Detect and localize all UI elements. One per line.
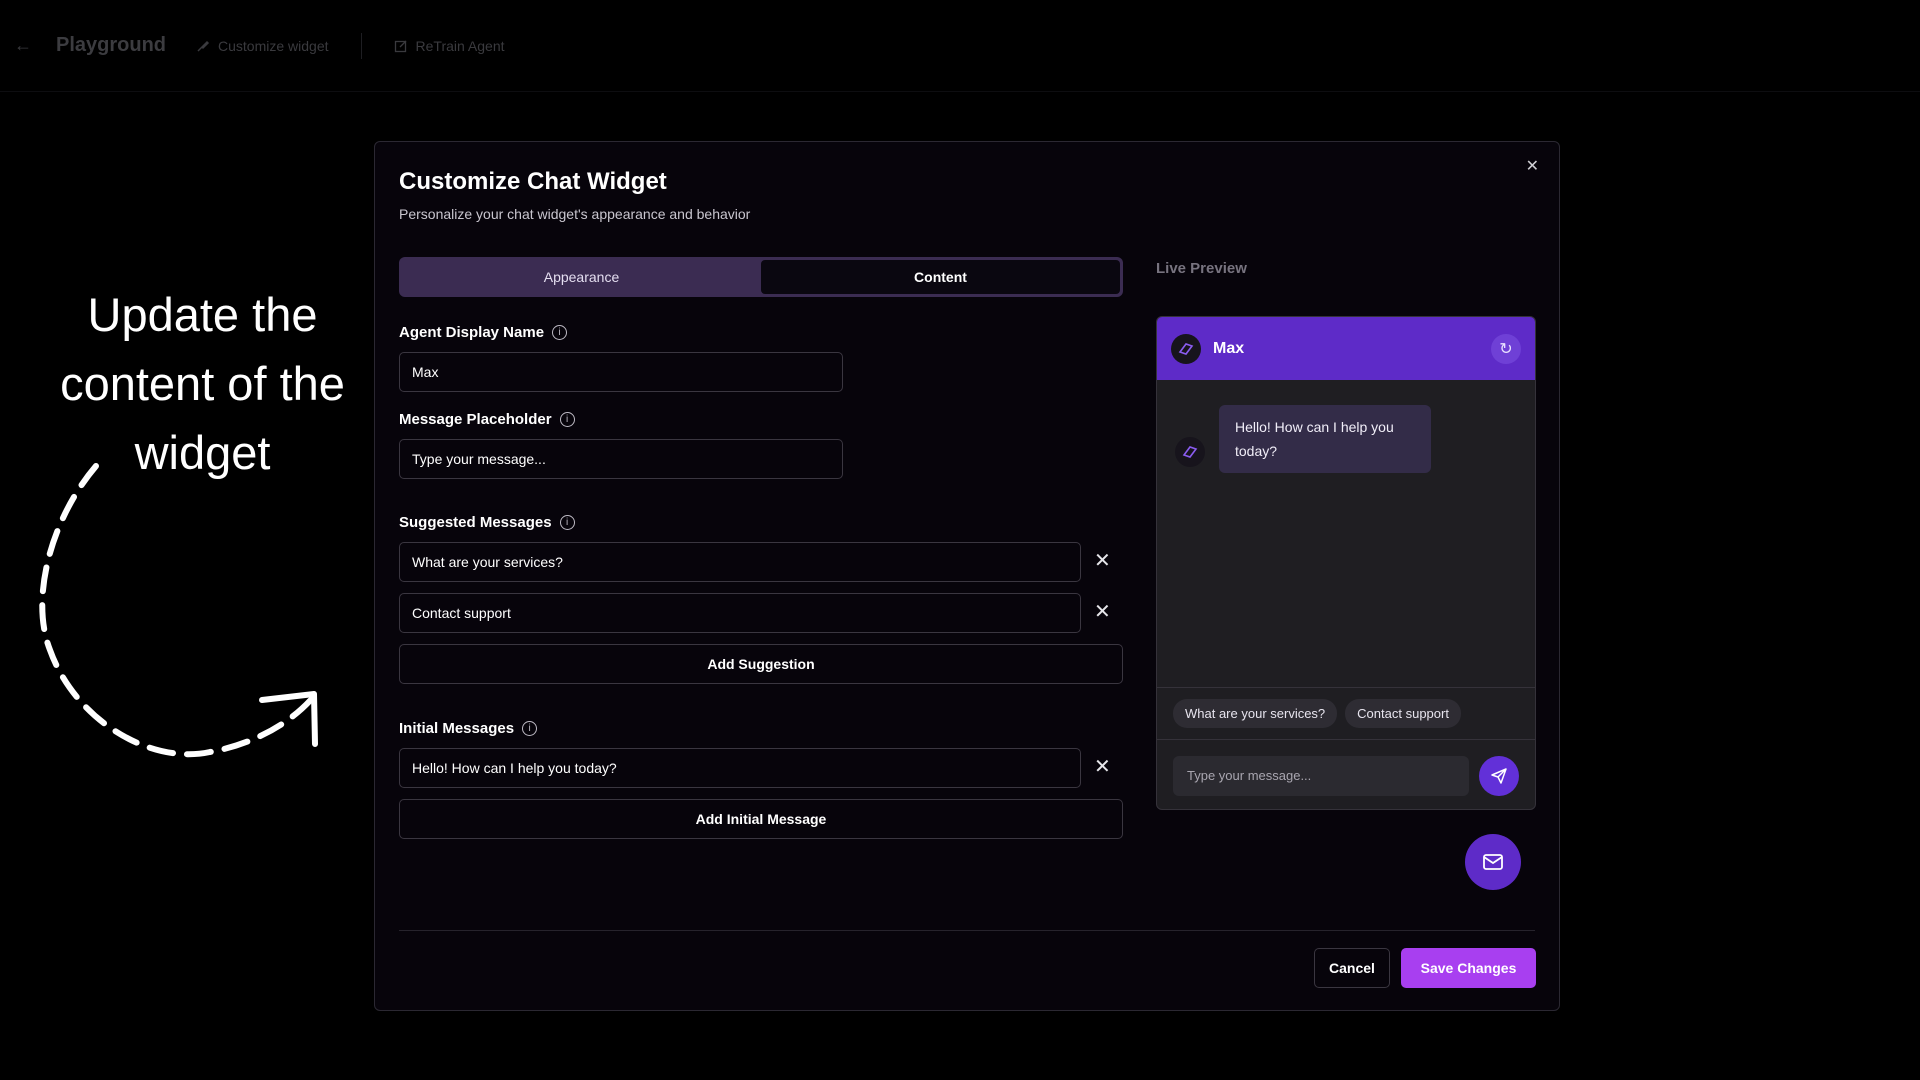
edit-icon <box>394 40 406 52</box>
footer-divider <box>399 930 1535 931</box>
dialog-subtitle: Personalize your chat widget's appearanc… <box>399 206 751 222</box>
initial-label-text: Initial Messages <box>399 720 515 737</box>
agent-avatar <box>1171 333 1201 364</box>
placeholder-label-text: Message Placeholder <box>399 411 552 428</box>
cancel-button[interactable]: Cancel <box>1314 948 1390 988</box>
chat-message-input[interactable]: Type your message... <box>1173 755 1470 796</box>
suggestion-input[interactable]: What are your services? <box>399 542 1081 582</box>
chat-launcher-button[interactable] <box>1465 834 1521 890</box>
message-bubble: Hello! How can I help you today? <box>1219 405 1431 473</box>
send-icon <box>1491 767 1507 784</box>
placeholder-label: Message Placeholder i <box>399 411 575 428</box>
chat-header: Max ↻ <box>1157 317 1535 380</box>
initial-messages-label: Initial Messages i <box>399 720 538 737</box>
agent-name-label-text: Agent Display Name <box>399 324 545 341</box>
agent-name-label: Agent Display Name i <box>399 324 568 341</box>
agent-logo-icon <box>1178 342 1194 355</box>
info-icon[interactable]: i <box>559 515 575 530</box>
info-icon[interactable]: i <box>552 325 568 340</box>
tab-appearance[interactable]: Appearance <box>402 260 761 294</box>
chat-agent-name: Max <box>1213 339 1245 357</box>
curved-arrow-icon <box>39 463 318 758</box>
suggestion-chip[interactable]: What are your services? <box>1173 699 1338 728</box>
add-initial-message-button[interactable]: Add Initial Message <box>399 799 1123 839</box>
suggested-label-text: Suggested Messages <box>399 514 552 531</box>
remove-suggestion-icon[interactable]: ✕ <box>1094 599 1111 624</box>
chat-input-row: Type your message... <box>1157 739 1535 809</box>
mail-icon <box>1483 854 1503 870</box>
chat-message: Hello! How can I help you today? <box>1175 405 1431 473</box>
customize-widget-dialog: ✕ Customize Chat Widget Personalize your… <box>374 141 1560 1011</box>
send-button[interactable] <box>1479 755 1519 796</box>
agent-logo-icon <box>1182 446 1198 458</box>
chat-preview: Max ↻ Hello! How can I help you today? W… <box>1156 316 1536 810</box>
remove-initial-message-icon[interactable]: ✕ <box>1094 754 1111 779</box>
tab-list: Appearance Content <box>399 257 1123 297</box>
add-suggestion-button[interactable]: Add Suggestion <box>399 644 1123 684</box>
nav-label: ReTrain Agent <box>415 37 505 54</box>
nav-retrain-agent[interactable]: ReTrain Agent <box>394 38 505 54</box>
live-preview-label: Live Preview <box>1156 260 1247 277</box>
close-icon[interactable]: ✕ <box>1526 156 1539 176</box>
suggested-messages-label: Suggested Messages i <box>399 514 575 531</box>
suggestion-input[interactable]: Contact support <box>399 593 1081 633</box>
agent-name-input[interactable]: Max <box>399 352 843 392</box>
suggestion-chips: What are your services? Contact support <box>1157 687 1535 739</box>
suggestion-chip[interactable]: Contact support <box>1345 699 1461 728</box>
refresh-icon[interactable]: ↻ <box>1491 333 1521 364</box>
agent-avatar <box>1175 437 1205 467</box>
initial-message-input[interactable]: Hello! How can I help you today? <box>399 748 1081 788</box>
info-icon[interactable]: i <box>522 721 538 736</box>
dialog-title: Customize Chat Widget <box>399 168 667 195</box>
tab-content[interactable]: Content <box>761 260 1120 294</box>
remove-suggestion-icon[interactable]: ✕ <box>1094 548 1111 573</box>
placeholder-input[interactable]: Type your message... <box>399 439 843 479</box>
info-icon[interactable]: i <box>559 412 575 427</box>
save-changes-button[interactable]: Save Changes <box>1401 948 1536 988</box>
